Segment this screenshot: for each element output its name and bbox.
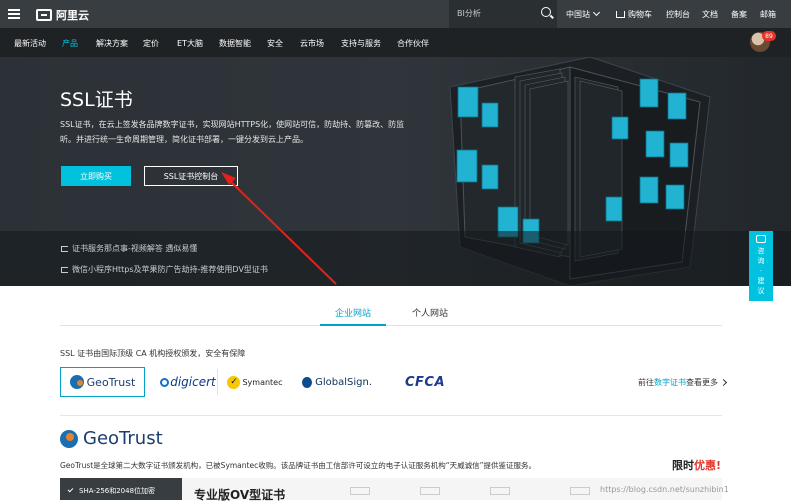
news-item[interactable]: 证书服务那点事-视频解答 遇似易懂 bbox=[61, 243, 197, 254]
globalsign-logo-icon bbox=[302, 376, 313, 388]
nav-item-marketplace[interactable]: 云市场 bbox=[300, 38, 324, 49]
aliyun-logo-icon bbox=[36, 9, 52, 21]
region-label: 中国站 bbox=[566, 10, 590, 19]
tab-personal[interactable]: 个人网站 bbox=[412, 306, 448, 319]
search-box[interactable]: BI分析 bbox=[449, 0, 557, 28]
feedback-char: 咨 bbox=[757, 247, 765, 255]
notification-badge: 89 bbox=[762, 31, 776, 41]
brand-globalsign-label: GlobalSign. bbox=[315, 376, 372, 388]
plan-option[interactable] bbox=[350, 487, 410, 497]
feedback-char: · bbox=[759, 267, 763, 275]
feedback-char: 议 bbox=[757, 287, 765, 295]
cart-label: 购物车 bbox=[628, 10, 652, 19]
nav-item-et-brain[interactable]: ET大脑 bbox=[177, 38, 203, 49]
limited-prefix: 限时 bbox=[672, 459, 694, 472]
feedback-float-button[interactable]: 咨 询 · 建 议 bbox=[749, 231, 773, 301]
ssl-console-button[interactable]: SSL证书控制台 bbox=[144, 166, 238, 186]
chevron-right-icon bbox=[719, 378, 728, 387]
cart-icon bbox=[616, 11, 625, 18]
nav-item-partners[interactable]: 合作伙伴 bbox=[397, 38, 429, 49]
section-divider bbox=[60, 415, 722, 416]
brand-symantec[interactable]: ✓ Symantec bbox=[225, 367, 285, 397]
more-link-highlight: 数字证书 bbox=[654, 378, 686, 387]
brand-cfca[interactable]: CFCA bbox=[400, 367, 450, 397]
digicert-logo-icon bbox=[160, 377, 170, 387]
nav-item-solutions[interactable]: 解决方案 bbox=[96, 38, 128, 49]
console-link[interactable]: 控制台 bbox=[666, 9, 690, 20]
nav-item-support[interactable]: 支持与服务 bbox=[341, 38, 381, 49]
nav-item-data-intelligence[interactable]: 数据智能 bbox=[219, 38, 251, 49]
brand-row: GeoTrust digicert ✓ Symantec GlobalSign.… bbox=[60, 367, 728, 397]
tabs-divider bbox=[60, 325, 722, 326]
check-icon bbox=[67, 486, 74, 493]
feedback-char: 询 bbox=[757, 257, 765, 265]
geotrust-description: GeoTrust是全球第二大数字证书颁发机构，已被Symantec收购。该品牌证… bbox=[60, 461, 536, 470]
brand-geotrust[interactable]: GeoTrust bbox=[60, 367, 145, 397]
page-title: SSL证书 bbox=[60, 89, 133, 111]
filing-link[interactable]: 备案 bbox=[731, 9, 747, 20]
news-item-text: 证书服务那点事-视频解答 遇似易懂 bbox=[72, 244, 198, 253]
nav-item-pricing[interactable]: 定价 bbox=[143, 38, 159, 49]
more-certificates-link[interactable]: 前往数字证书查看更多 bbox=[638, 377, 728, 388]
chevron-down-icon bbox=[592, 8, 601, 17]
nav-item-security[interactable]: 安全 bbox=[267, 38, 283, 49]
geotrust-logo-icon bbox=[69, 375, 84, 389]
brand-digicert[interactable]: digicert bbox=[158, 367, 218, 397]
region-selector[interactable]: 中国站 bbox=[566, 8, 601, 20]
geotrust-logo-icon bbox=[60, 429, 78, 448]
logo-text: 阿里云 bbox=[56, 9, 89, 22]
geotrust-section-logo-text: GeoTrust bbox=[83, 428, 163, 449]
watermark: https://blog.csdn.net/sunzhibin1 bbox=[600, 485, 729, 494]
brand-symantec-label: Symantec bbox=[242, 377, 283, 387]
geotrust-section-logo: GeoTrust bbox=[60, 428, 163, 449]
buy-now-button[interactable]: 立即购买 bbox=[61, 166, 131, 186]
news-strip: 证书服务那点事-视频解答 遇似易懂 微信小程序Https及苹果防广告劫持-推荐使… bbox=[0, 231, 791, 286]
more-prefix: 前往 bbox=[638, 378, 654, 387]
plan-title: 专业版OV型证书 bbox=[194, 488, 286, 502]
docs-link[interactable]: 文档 bbox=[702, 9, 718, 20]
symantec-check-icon: ✓ bbox=[227, 375, 241, 389]
main-nav: 最新活动 产品 解决方案 定价 ET大脑 数据智能 安全 云市场 支持与服务 合… bbox=[0, 28, 791, 57]
brand-cfca-label: CFCA bbox=[404, 374, 446, 390]
news-item-text: 微信小程序Https及苹果防广告劫持-推荐使用DV型证书 bbox=[72, 265, 268, 274]
ca-subtitle: SSL 证书由国际顶级 CA 机构授权颁发，安全有保障 bbox=[60, 349, 246, 358]
search-input[interactable]: BI分析 bbox=[457, 8, 481, 19]
cart-link[interactable]: 购物车 bbox=[616, 9, 652, 20]
news-item[interactable]: 微信小程序Https及苹果防广告劫持-推荐使用DV型证书 bbox=[61, 264, 268, 275]
speaker-icon bbox=[61, 267, 68, 273]
brand-geotrust-label: GeoTrust bbox=[86, 375, 136, 389]
tab-enterprise[interactable]: 企业网站 bbox=[335, 306, 371, 319]
brand-globalsign[interactable]: GlobalSign. bbox=[302, 367, 372, 397]
menu-icon[interactable] bbox=[0, 0, 28, 28]
speaker-icon bbox=[61, 246, 68, 252]
more-suffix: 查看更多 bbox=[686, 378, 718, 387]
plan-option[interactable] bbox=[420, 487, 480, 497]
feedback-char: 建 bbox=[757, 277, 765, 285]
brand-divider bbox=[217, 369, 218, 395]
plan-feature-label: SHA-256和2048位加密 bbox=[79, 487, 156, 495]
search-icon[interactable] bbox=[541, 7, 551, 17]
plan-feature-tab[interactable]: SHA-256和2048位加密 bbox=[60, 478, 182, 500]
nav-item-products[interactable]: 产品 bbox=[62, 38, 78, 49]
hero-banner: SSL证书 SSL证书，在云上签发各品牌数字证书，实现网站HTTPS化，使网站可… bbox=[0, 57, 791, 286]
hero-description: SSL证书，在云上签发各品牌数字证书，实现网站HTTPS化，使网站可信，防劫持、… bbox=[60, 120, 405, 144]
limited-offer-label: 限时优惠! bbox=[672, 457, 721, 473]
mail-link[interactable]: 邮箱 bbox=[760, 9, 776, 20]
tab-active-indicator bbox=[320, 324, 386, 326]
top-bar: 阿里云 BI分析 中国站 购物车 控制台 文档 备案 邮箱 bbox=[0, 0, 791, 28]
aliyun-logo[interactable]: 阿里云 bbox=[36, 7, 89, 23]
brand-digicert-label: digicert bbox=[170, 375, 216, 389]
plan-option[interactable] bbox=[490, 487, 550, 497]
limited-highlight: 优惠! bbox=[694, 459, 722, 472]
nav-item-activities[interactable]: 最新活动 bbox=[14, 38, 46, 49]
chat-icon bbox=[756, 235, 766, 243]
